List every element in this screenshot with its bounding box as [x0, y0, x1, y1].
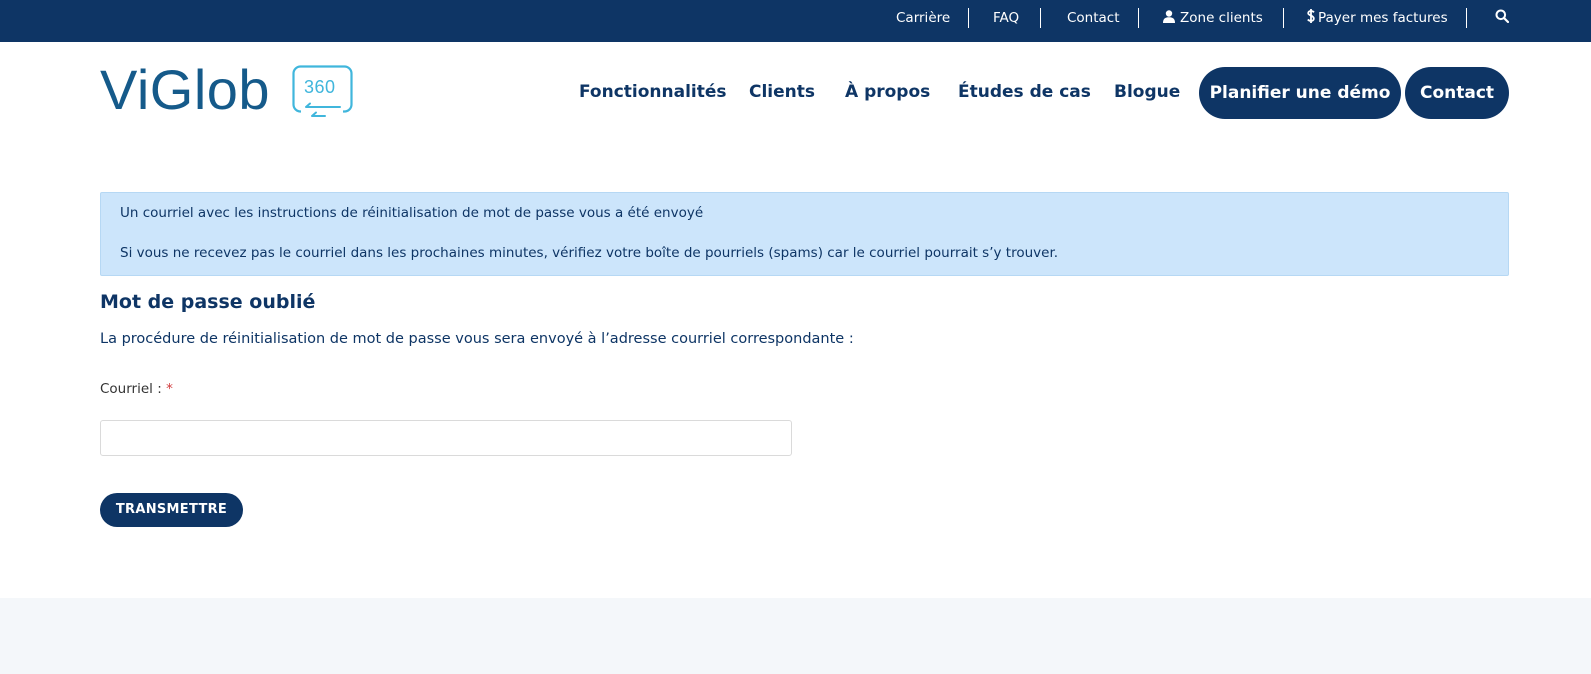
pay-bills-label: Payer mes factures — [1318, 10, 1448, 26]
faq-link[interactable]: FAQ — [993, 0, 1019, 42]
top-contact-link[interactable]: Contact — [1067, 0, 1120, 42]
logo-badge-number: 360 — [304, 77, 336, 97]
nav-about[interactable]: À propos — [845, 82, 930, 102]
email-label-text: Courriel : — [100, 381, 162, 397]
divider — [1138, 8, 1139, 28]
search-icon — [1495, 9, 1509, 23]
required-asterisk: * — [166, 381, 173, 397]
alert-message-sent: Un courriel avec les instructions de réi… — [120, 205, 704, 221]
divider — [1283, 8, 1284, 28]
logo-wordmark: ViGlob — [100, 58, 271, 121]
search-button[interactable] — [1495, 0, 1514, 42]
career-link[interactable]: Carrière — [896, 0, 950, 42]
submit-button[interactable]: TRANSMETTRE — [100, 493, 243, 527]
alert-spam-notice: Si vous ne recevez pas le courriel dans … — [120, 245, 1059, 261]
page-title: Mot de passe oublié — [100, 291, 316, 313]
email-label: Courriel : * — [100, 381, 173, 397]
client-zone-label: Zone clients — [1180, 10, 1263, 26]
footer-band — [0, 598, 1591, 674]
divider — [968, 8, 969, 28]
divider — [1466, 8, 1467, 28]
form-description: La procédure de réinitialisation de mot … — [100, 331, 854, 347]
info-alert: Un courriel avec les instructions de réi… — [100, 192, 1509, 276]
user-icon — [1163, 9, 1175, 23]
email-field[interactable] — [100, 420, 792, 456]
nav-clients[interactable]: Clients — [749, 82, 815, 102]
dollar-icon — [1307, 9, 1315, 23]
nav-case-studies[interactable]: Études de cas — [958, 82, 1091, 102]
pay-bills-link[interactable]: Payer mes factures — [1307, 0, 1448, 42]
viglob-logo[interactable]: ViGlob 360 — [100, 61, 353, 123]
schedule-demo-button[interactable]: Planifier une démo — [1199, 67, 1401, 119]
nav-features[interactable]: Fonctionnalités — [579, 82, 727, 102]
top-utility-bar: Carrière FAQ Contact Zone clients Payer … — [0, 0, 1591, 42]
client-zone-link[interactable]: Zone clients — [1163, 0, 1263, 42]
nav-blog[interactable]: Blogue — [1114, 82, 1180, 102]
nav-contact-button[interactable]: Contact — [1405, 67, 1509, 119]
divider — [1040, 8, 1041, 28]
